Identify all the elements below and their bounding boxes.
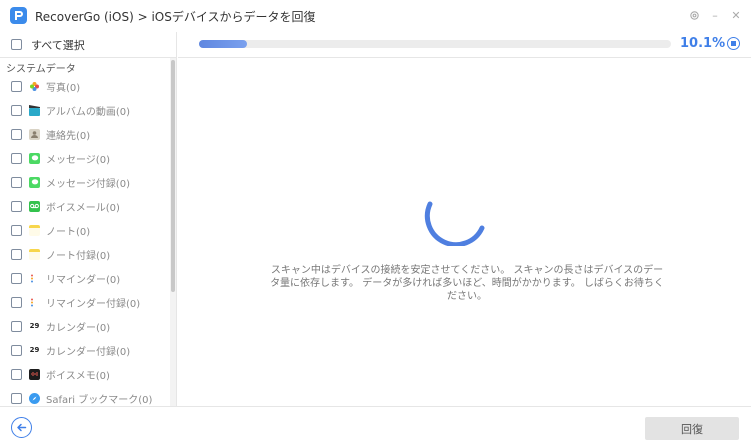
arrow-left-icon [17,423,27,432]
category-checkbox[interactable] [11,176,22,188]
category-checkbox[interactable] [11,104,22,116]
category-item[interactable]: リマインダー(0) [0,266,170,290]
category-checkbox[interactable] [11,200,22,212]
loading-spinner-icon [422,196,492,249]
category-item[interactable]: ボイスメモ(0) [0,362,170,386]
category-checkbox[interactable] [11,392,22,404]
category-checkbox[interactable] [11,128,22,140]
category-checkbox[interactable] [11,344,22,356]
recover-button[interactable]: 回復 [645,417,739,440]
category-checkbox[interactable] [11,152,22,164]
category-label: カレンダー(0) [46,322,111,334]
clapper-icon [29,104,40,116]
reminders-attachment-icon [29,297,40,308]
scan-progress-bar-row: 10.1% [178,32,751,58]
category-item[interactable]: リマインダー付録(0) [0,290,170,314]
voicemail-icon [29,200,40,212]
calendar-icon: 29 [29,322,40,330]
category-label: カレンダー付録(0) [46,346,131,358]
category-label: ノート(0) [46,226,91,238]
scan-status-message: スキャン中はデバイスの接続を安定させてください。 スキャンの長さはデバイスのデー… [270,265,664,302]
notes-icon [29,224,40,236]
sidebar-scrollbar-thumb[interactable] [171,60,175,292]
title-bar: RecoverGo (iOS) > iOSデバイスからデータを回復 – ✕ [0,0,751,32]
category-item[interactable]: 連絡先(0) [0,122,170,146]
progress-fill [199,40,247,48]
footer-bar: 回復 [0,406,751,448]
progress-track [199,40,671,48]
category-checkbox[interactable] [11,248,22,260]
category-item[interactable]: アルバムの動画(0) [0,98,170,122]
category-label: リマインダー付録(0) [46,298,141,310]
category-item[interactable]: メッセージ(0) [0,146,170,170]
app-logo-icon [10,7,27,24]
category-checkbox[interactable] [11,272,22,284]
notes-attachment-icon [29,248,40,260]
safari-icon [29,392,40,404]
category-label: メッセージ(0) [46,154,110,166]
progress-percentage: 10.1% [680,36,726,51]
category-label: メッセージ付録(0) [46,178,130,190]
category-checkbox[interactable] [11,224,22,236]
gear-icon[interactable] [687,8,701,22]
category-checkbox[interactable] [11,320,22,332]
minimize-icon[interactable]: – [708,8,722,22]
category-label: アルバムの動画(0) [46,106,131,118]
category-label: リマインダー(0) [46,274,121,286]
category-label: ボイスメール(0) [46,202,120,214]
category-item[interactable]: Safari ブックマーク(0) [0,386,170,406]
category-label: 写真(0) [46,82,81,94]
category-item[interactable]: ノート付録(0) [0,242,170,266]
voice-memo-icon [29,368,40,380]
sidebar-scrollbar[interactable] [170,58,176,406]
category-sidebar: すべて選択 システムデータ 写真(0) アルバムの動画(0) 連絡先(0) メッ… [0,32,177,406]
photos-icon [29,81,40,92]
select-all-checkbox[interactable] [11,39,22,50]
window-title: RecoverGo (iOS) > iOSデバイスからデータを回復 [35,10,316,24]
section-label-system-data: システムデータ [6,64,76,75]
calendar-attachment-icon: 29 [29,346,40,354]
select-all-row[interactable]: すべて選択 [0,32,176,58]
category-label: 連絡先(0) [46,130,91,142]
stop-icon [731,41,736,46]
category-item[interactable]: 29 カレンダー付録(0) [0,338,170,362]
messages-attachment-icon [29,176,40,188]
category-label: ボイスメモ(0) [46,370,110,382]
close-icon[interactable]: ✕ [729,8,743,22]
category-item[interactable]: ノート(0) [0,218,170,242]
category-item[interactable]: ボイスメール(0) [0,194,170,218]
category-item[interactable]: 29 カレンダー(0) [0,314,170,338]
category-item[interactable]: 写真(0) [0,74,170,98]
category-checkbox[interactable] [11,296,22,308]
contacts-icon [29,128,40,140]
messages-icon [29,152,40,164]
category-label: Safari ブックマーク(0) [46,394,153,406]
category-checkbox[interactable] [11,368,22,380]
reminders-icon [29,273,40,284]
category-checkbox[interactable] [11,80,22,92]
select-all-label: すべて選択 [31,38,85,52]
stop-scan-button[interactable] [727,37,740,50]
back-button[interactable] [11,417,32,438]
category-label: ノート付録(0) [46,250,111,262]
category-item[interactable]: メッセージ付録(0) [0,170,170,194]
